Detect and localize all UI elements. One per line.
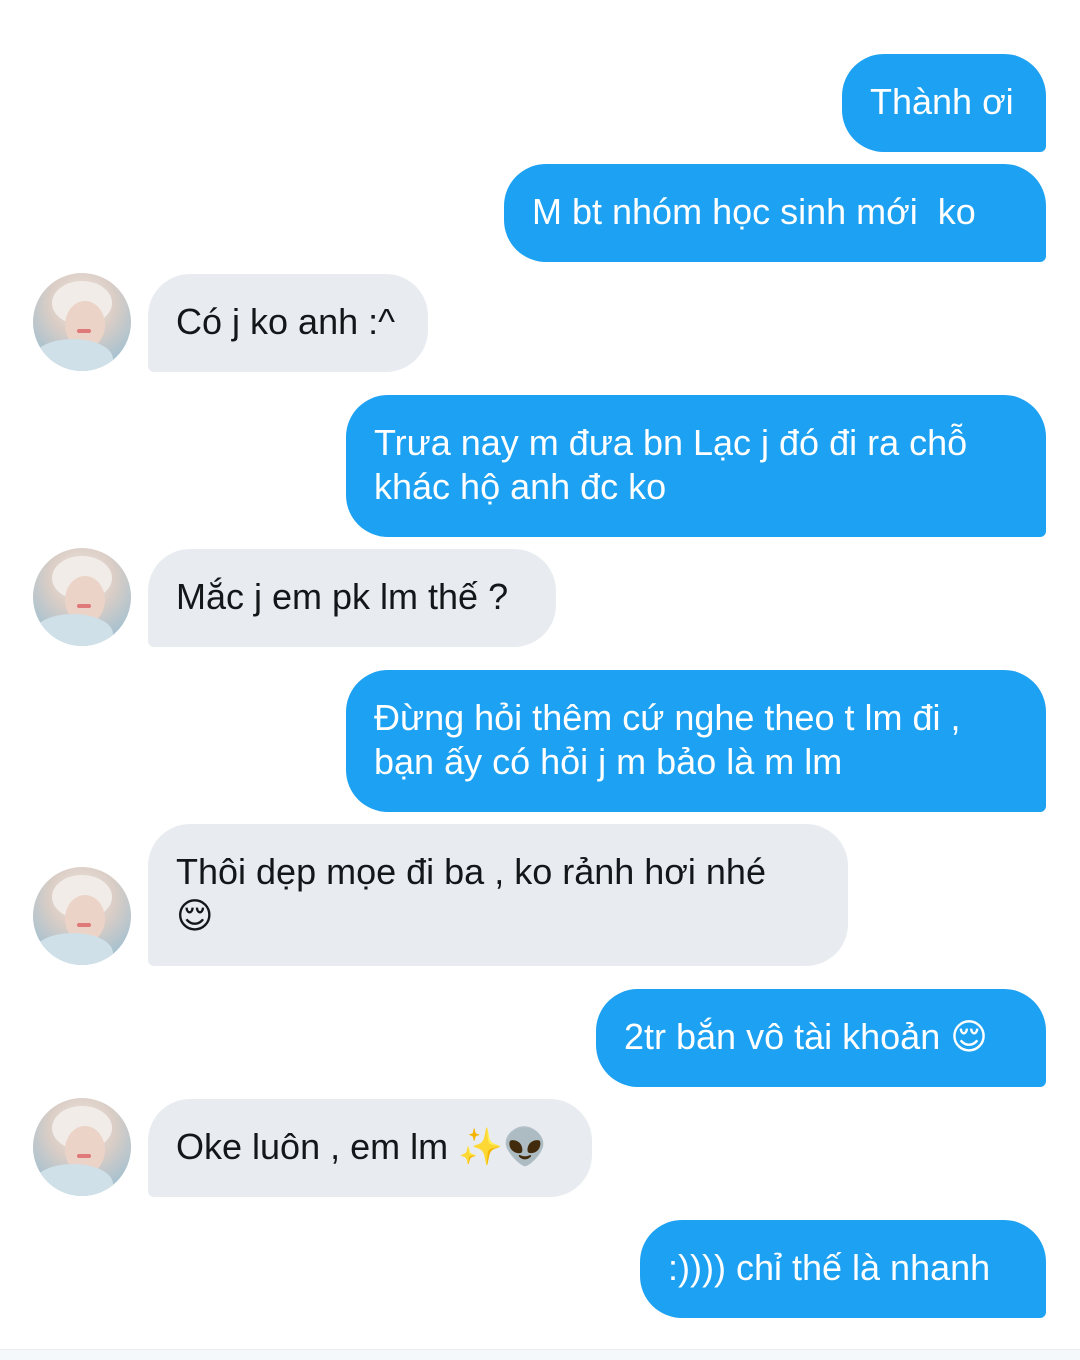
avatar-icon [33, 281, 113, 371]
contact-avatar[interactable] [33, 273, 131, 371]
chat-thread: Thành ơi M bt nhóm học sinh mới ko Có j … [0, 0, 1080, 1350]
contact-avatar[interactable] [33, 1098, 131, 1196]
sent-message-bubble[interactable]: Thành ơi [842, 54, 1046, 152]
contact-avatar[interactable] [33, 548, 131, 646]
sent-message-bubble[interactable]: :)))) chỉ thế là nhanh [640, 1220, 1046, 1318]
sent-message-bubble[interactable]: 2tr bắn vô tài khoản 😌 [596, 989, 1046, 1087]
avatar-icon [33, 556, 113, 646]
received-message-bubble[interactable]: Thôi dẹp mọe đi ba , ko rảnh hơi nhé 😌 [148, 824, 848, 966]
sent-message-bubble[interactable]: M bt nhóm học sinh mới ko [504, 164, 1046, 262]
sent-message-bubble[interactable]: Đừng hỏi thêm cứ nghe theo t lm đi , bạn… [346, 670, 1046, 812]
received-message-bubble[interactable]: Oke luôn , em lm ✨👽 [148, 1099, 592, 1197]
avatar-icon [33, 1106, 113, 1196]
sent-message-bubble[interactable]: Trưa nay m đưa bn Lạc j đó đi ra chỗ khá… [346, 395, 1046, 537]
bottom-divider [0, 1349, 1080, 1360]
received-message-bubble[interactable]: Có j ko anh :^ [148, 274, 428, 372]
contact-avatar[interactable] [33, 867, 131, 965]
avatar-icon [33, 875, 113, 965]
received-message-bubble[interactable]: Mắc j em pk lm thế ? [148, 549, 556, 647]
